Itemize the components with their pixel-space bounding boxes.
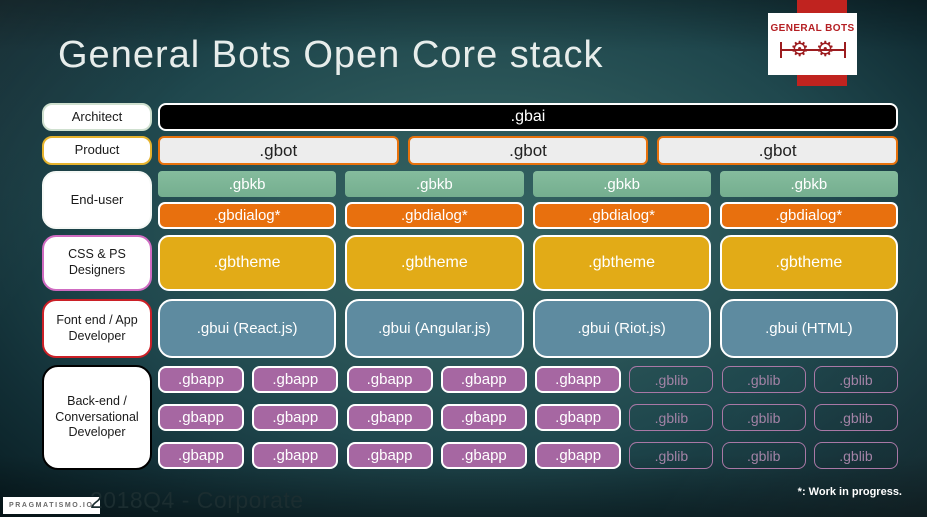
- row-gbtheme: .gbtheme .gbtheme .gbtheme .gbtheme: [158, 235, 898, 291]
- gbapp-box: .gbapp: [158, 366, 244, 393]
- role-label-back-end-conversational-developer: Back-end / Conversational Developer: [42, 365, 152, 470]
- gbapp-box: .gbapp: [535, 366, 622, 393]
- row-gbkb: .gbkb .gbkb .gbkb .gbkb: [158, 171, 898, 197]
- gear-icon: ⚙: [815, 37, 835, 61]
- row-backend-3: .gbapp .gbapp .gbapp .gbapp .gbapp .gbli…: [158, 442, 898, 469]
- row-gbdialog: .gbdialog* .gbdialog* .gbdialog* .gbdial…: [158, 202, 898, 229]
- gbkb-box: .gbkb: [532, 171, 711, 197]
- gblib-box: .gblib: [629, 366, 714, 393]
- gbui-react-box: .gbui (React.js): [158, 299, 337, 358]
- gblib-box: .gblib: [629, 404, 714, 431]
- logo-right-bar: [843, 41, 846, 58]
- gbapp-box: .gbapp: [535, 442, 622, 469]
- role-label-css-ps-designers: CSS & PS Designers: [42, 235, 152, 291]
- gbapp-box: .gbapp: [346, 404, 433, 431]
- gbapp-box: .gbapp: [252, 442, 339, 469]
- gblib-box: .gblib: [721, 442, 806, 469]
- gears-icon: ⚙ ⚙: [779, 34, 846, 66]
- gbapp-box: .gbapp: [440, 442, 527, 469]
- gblib-box: .gblib: [813, 366, 898, 393]
- role-label-product: Product: [42, 136, 152, 165]
- gbapp-box: .gbapp: [158, 404, 244, 431]
- gbkb-box: .gbkb: [719, 171, 898, 197]
- general-bots-logo: GENERAL BOTS ⚙ ⚙: [768, 13, 857, 75]
- gbdialog-box: .gbdialog*: [532, 202, 711, 229]
- gbtheme-box: .gbtheme: [532, 235, 711, 291]
- gbui-angular-box: .gbui (Angular.js): [345, 299, 524, 358]
- gbtheme-box: .gbtheme: [158, 235, 337, 291]
- gbui-html-box: .gbui (HTML): [719, 299, 898, 358]
- row-gbui: .gbui (React.js) .gbui (Angular.js) .gbu…: [158, 299, 898, 358]
- gbot-box: .gbot: [158, 136, 399, 165]
- gbdialog-box: .gbdialog*: [719, 202, 898, 229]
- gbapp-box: .gbapp: [440, 404, 527, 431]
- gblib-box: .gblib: [721, 366, 806, 393]
- slide-background: General Bots Open Core stack GENERAL BOT…: [0, 0, 927, 517]
- gbapp-box: .gbapp: [158, 442, 244, 469]
- row-backend-2: .gbapp .gbapp .gbapp .gbapp .gbapp .gbli…: [158, 404, 898, 431]
- gbot-box: .gbot: [657, 136, 899, 165]
- gear-icon: ⚙: [790, 37, 810, 61]
- gbdialog-box: .gbdialog*: [158, 202, 337, 229]
- role-label-end-user: End-user: [42, 171, 152, 229]
- gbtheme-box: .gbtheme: [719, 235, 898, 291]
- gbapp-box: .gbapp: [440, 366, 527, 393]
- gbkb-box: .gbkb: [158, 171, 337, 197]
- gbdialog-box: .gbdialog*: [345, 202, 524, 229]
- gbapp-box: .gbapp: [252, 404, 339, 431]
- gbapp-box: .gbapp: [346, 366, 433, 393]
- gblib-box: .gblib: [813, 404, 898, 431]
- gbui-riot-box: .gbui (Riot.js): [532, 299, 711, 358]
- footer-caption: 2018Q4 - Corporate: [90, 487, 304, 513]
- logo-wordmark: GENERAL BOTS: [770, 22, 855, 34]
- logo-left-bar: [779, 41, 782, 58]
- gblib-box: .gblib: [629, 442, 714, 469]
- gblib-box: .gblib: [813, 442, 898, 469]
- row-gbai: .gbai: [158, 103, 898, 131]
- row-gbot: .gbot .gbot .gbot: [158, 136, 899, 165]
- gbapp-box: .gbapp: [252, 366, 339, 393]
- role-label-front-end-app-developer: Font end / App Developer: [42, 299, 152, 358]
- gbot-box: .gbot: [407, 136, 649, 165]
- gblib-box: .gblib: [721, 404, 806, 431]
- row-backend-1: .gbapp .gbapp .gbapp .gbapp .gbapp .gbli…: [158, 366, 898, 393]
- gbai-box: .gbai: [158, 103, 898, 131]
- pragmatismo-badge: PRAGMATISMO.IO: [3, 497, 100, 514]
- gbkb-box: .gbkb: [345, 171, 524, 197]
- gbapp-box: .gbapp: [346, 442, 433, 469]
- page-title: General Bots Open Core stack: [58, 34, 604, 76]
- role-label-architect: Architect: [42, 103, 152, 131]
- gbtheme-box: .gbtheme: [345, 235, 524, 291]
- gbapp-box: .gbapp: [535, 404, 622, 431]
- work-in-progress-note: *: Work in progress.: [797, 486, 902, 498]
